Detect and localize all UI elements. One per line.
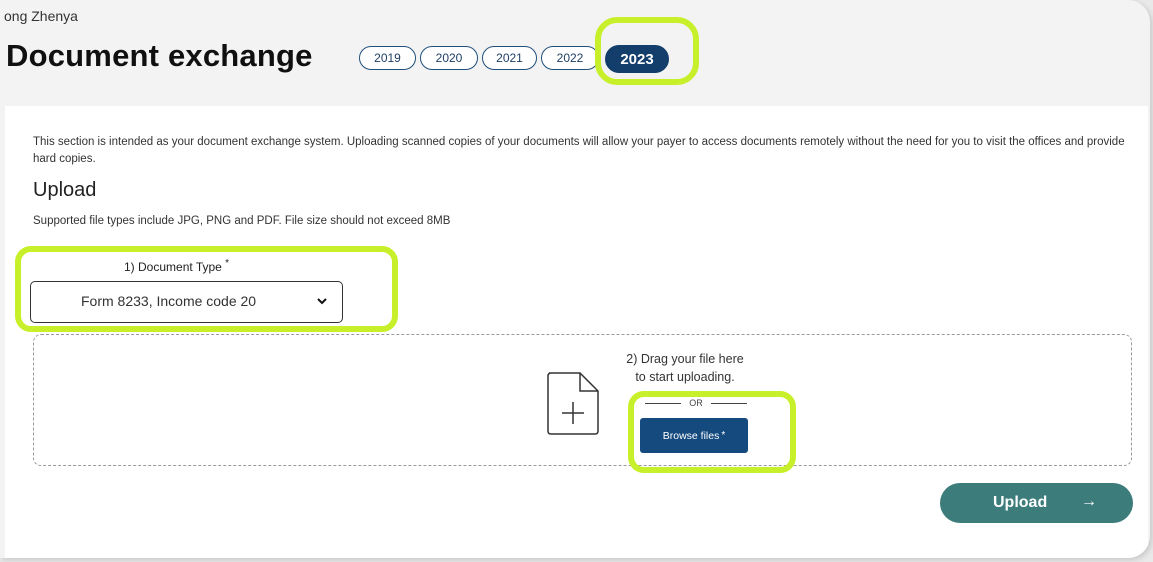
drag-instructions: 2) Drag your file here to start uploadin… bbox=[610, 350, 760, 386]
arrow-right-icon: → bbox=[1081, 493, 1097, 510]
user-name: ong Zhenya bbox=[4, 8, 78, 24]
year-tab-2022[interactable]: 2022 bbox=[541, 46, 599, 70]
year-tab-2019[interactable]: 2019 bbox=[359, 46, 416, 70]
highlight-year-2023 bbox=[595, 17, 699, 85]
supported-file-types: Supported file types include JPG, PNG an… bbox=[33, 215, 451, 227]
year-tab-2021[interactable]: 2021 bbox=[482, 46, 537, 70]
app-window: ong Zhenya Document exchange 2019 2020 2… bbox=[0, 0, 1150, 558]
drag-line-1: 2) Drag your file here bbox=[626, 352, 744, 366]
upload-heading: Upload bbox=[33, 179, 97, 201]
page-title: Document exchange bbox=[6, 38, 313, 73]
file-add-icon bbox=[547, 372, 599, 435]
upload-button-label: Upload bbox=[993, 494, 1048, 511]
highlight-browse-files bbox=[628, 391, 796, 473]
highlight-document-type bbox=[15, 246, 398, 332]
drag-line-2: to start uploading. bbox=[635, 370, 735, 384]
upload-button[interactable]: Upload → bbox=[940, 483, 1133, 523]
intro-text: This section is intended as your documen… bbox=[33, 136, 1125, 165]
year-tab-2020[interactable]: 2020 bbox=[420, 46, 478, 70]
